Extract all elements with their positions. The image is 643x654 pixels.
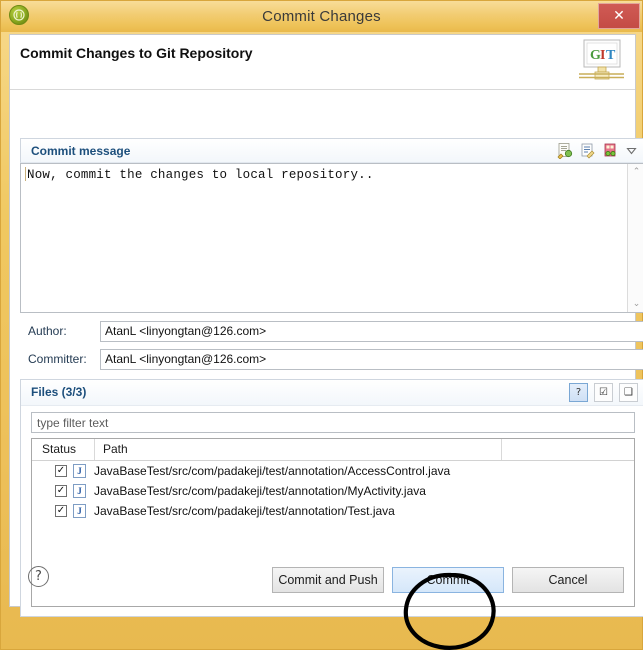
page-title: Commit Changes to Git Repository bbox=[20, 45, 253, 61]
table-row[interactable]: ✓ J JavaBaseTest/src/com/padakeji/test/a… bbox=[32, 461, 634, 481]
dialog-footer: ? Commit and Push Commit Cancel bbox=[10, 550, 635, 606]
files-title: Files (3/3) bbox=[31, 385, 87, 399]
commit-message-header: Commit message bbox=[20, 138, 643, 163]
filter-input[interactable]: type filter text bbox=[31, 412, 635, 433]
row-path: JavaBaseTest/src/com/padakeji/test/annot… bbox=[94, 484, 426, 498]
commit-message-scrollbar[interactable]: ⌃ ⌄ bbox=[627, 164, 643, 312]
chevron-down-icon[interactable] bbox=[625, 142, 638, 159]
close-icon[interactable]: ✕ bbox=[598, 3, 640, 29]
java-file-icon: J bbox=[73, 504, 86, 518]
commit-message-title: Commit message bbox=[31, 144, 131, 158]
row-checkbox[interactable]: ✓ bbox=[55, 505, 67, 517]
author-label: Author: bbox=[28, 324, 67, 338]
commit-message-text: Now, commit the changes to local reposit… bbox=[27, 168, 374, 182]
row-path: JavaBaseTest/src/com/padakeji/test/annot… bbox=[94, 504, 395, 518]
java-file-icon: J bbox=[73, 484, 86, 498]
column-header-path[interactable]: Path bbox=[103, 442, 128, 456]
commit-button[interactable]: Commit bbox=[392, 567, 504, 593]
dialog-body: Commit Changes to Git Repository G I T C… bbox=[9, 34, 643, 617]
dialog-header: Commit Changes to Git Repository G I T bbox=[10, 35, 635, 90]
amend-commit-icon[interactable] bbox=[556, 142, 573, 160]
scroll-up-icon[interactable]: ⌃ bbox=[628, 164, 643, 180]
table-row[interactable]: ✓ J JavaBaseTest/src/com/padakeji/test/a… bbox=[32, 501, 634, 521]
cancel-button[interactable]: Cancel bbox=[512, 567, 624, 593]
row-checkbox[interactable]: ✓ bbox=[55, 465, 67, 477]
column-header-status[interactable]: Status bbox=[42, 442, 76, 456]
git-app-icon bbox=[9, 5, 29, 25]
java-file-icon: J bbox=[73, 464, 86, 478]
column-divider-2[interactable] bbox=[501, 439, 502, 460]
commit-message-input[interactable]: Now, commit the changes to local reposit… bbox=[20, 163, 643, 313]
svg-text:I: I bbox=[600, 48, 605, 63]
column-divider-1[interactable] bbox=[94, 439, 95, 460]
text-caret bbox=[25, 167, 26, 181]
deselect-all-button[interactable]: ❑ bbox=[619, 383, 638, 402]
committer-row: Committer: AtanL <linyongtan@126.com> bbox=[20, 349, 643, 370]
author-row: Author: AtanL <linyongtan@126.com> bbox=[20, 321, 643, 342]
signed-off-by-icon[interactable] bbox=[579, 142, 596, 159]
row-checkbox[interactable]: ✓ bbox=[55, 485, 67, 497]
add-change-id-icon[interactable] bbox=[602, 142, 619, 159]
row-path: JavaBaseTest/src/com/padakeji/test/annot… bbox=[94, 464, 451, 478]
commit-message-section: Commit message Now, commit the changes t… bbox=[20, 138, 643, 313]
files-header: Files (3/3) ? ☑ ❑ bbox=[21, 380, 643, 406]
files-toolbar: ? ☑ ❑ bbox=[569, 383, 638, 402]
window-title: Commit Changes bbox=[262, 8, 381, 25]
commit-and-push-button[interactable]: Commit and Push bbox=[272, 567, 384, 593]
title-bar: Commit Changes ✕ bbox=[1, 1, 642, 32]
table-row[interactable]: ✓ J JavaBaseTest/src/com/padakeji/test/a… bbox=[32, 481, 634, 501]
help-icon[interactable]: ? bbox=[28, 566, 49, 587]
author-field[interactable]: AtanL <linyongtan@126.com> bbox=[100, 321, 643, 342]
commit-message-toolbar bbox=[556, 142, 638, 160]
committer-label: Committer: bbox=[28, 352, 87, 366]
committer-field[interactable]: AtanL <linyongtan@126.com> bbox=[100, 349, 643, 370]
show-untracked-files-button[interactable]: ? bbox=[569, 383, 588, 402]
select-all-button[interactable]: ☑ bbox=[594, 383, 613, 402]
files-table-header: Status Path bbox=[32, 439, 634, 461]
commit-changes-window: Commit Changes ✕ Commit Changes to Git R… bbox=[0, 0, 643, 650]
git-logo: G I T bbox=[575, 38, 627, 86]
scroll-down-icon[interactable]: ⌄ bbox=[628, 296, 643, 312]
svg-text:T: T bbox=[606, 48, 616, 63]
